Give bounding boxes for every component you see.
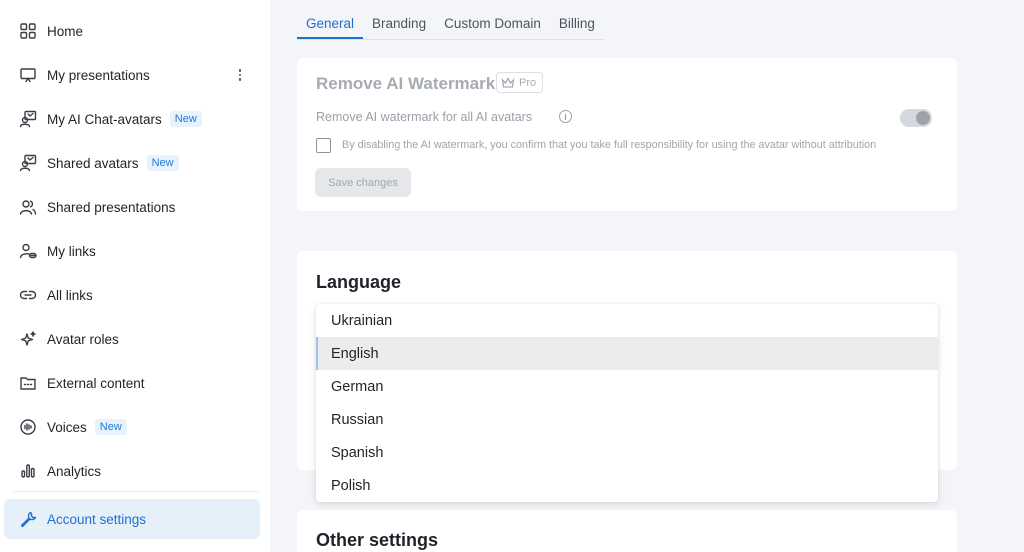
sidebar-item-avatar-roles[interactable]: Avatar roles (4, 319, 260, 359)
sidebar-item-label: My links (47, 243, 96, 259)
tab-billing[interactable]: Billing (550, 8, 604, 39)
sidebar-item-external-content[interactable]: External content (4, 363, 260, 403)
sidebar-item-label: All links (47, 287, 93, 303)
tab-branding[interactable]: Branding (363, 8, 435, 39)
sidebar-item-my-links[interactable]: My links (4, 231, 260, 271)
sidebar-item-label: External content (47, 375, 145, 391)
sidebar-item-label: Voices (47, 419, 87, 435)
link-icon (18, 285, 38, 305)
toggle-knob (916, 111, 930, 125)
sidebar-item-my-presentations[interactable]: My presentations (4, 55, 260, 95)
sidebar-item-home[interactable]: Home (4, 11, 260, 51)
new-badge: New (169, 111, 202, 127)
sidebar-item-label: Home (47, 23, 84, 39)
sidebar-item-label: Analytics (47, 463, 102, 479)
wrench-icon (18, 509, 38, 529)
pro-label: Pro (519, 76, 537, 89)
save-changes-button[interactable]: Save changes (315, 168, 411, 197)
presentation-icon (18, 65, 38, 85)
sidebar-item-voices[interactable]: Voices New (4, 407, 260, 447)
pro-badge: Pro (496, 72, 544, 93)
more-options-icon[interactable] (234, 65, 246, 85)
avatar-icon (18, 153, 38, 173)
sidebar-item-label: Avatar roles (47, 331, 119, 347)
sidebar-item-label: Shared presentations (47, 199, 176, 215)
watermark-card: Remove AI Watermark Pro Remove AI waterm… (297, 58, 957, 211)
sidebar-item-shared-presentations[interactable]: Shared presentations (4, 187, 260, 227)
info-icon[interactable]: i (559, 110, 572, 123)
language-title: Language (316, 272, 402, 292)
watermark-toggle[interactable] (900, 109, 932, 127)
other-settings-title: Other settings (316, 530, 439, 550)
language-option-polish[interactable]: Polish (316, 469, 938, 502)
confirm-checkbox[interactable] (316, 138, 331, 153)
user-link-icon (18, 241, 38, 261)
language-option-russian[interactable]: Russian (316, 403, 938, 436)
sidebar-item-shared-avatars[interactable]: Shared avatars New (4, 143, 260, 183)
sidebar-item-analytics[interactable]: Analytics (4, 451, 260, 491)
confirm-checkbox-label: By disabling the AI watermark, you confi… (342, 139, 877, 151)
sparkle-icon (18, 329, 38, 349)
crown-icon (501, 76, 515, 88)
sidebar: Home My presentations My AI Chat-avatars… (0, 0, 270, 552)
sidebar-item-label: Account settings (47, 511, 147, 527)
sidebar-item-all-links[interactable]: All links (4, 275, 260, 315)
watermark-title: Remove AI Watermark (316, 74, 496, 93)
language-option-ukrainian[interactable]: Ukrainian (316, 304, 938, 337)
watermark-toggle-label: Remove AI watermark for all AI avatars (316, 110, 533, 124)
users-icon (18, 197, 38, 217)
language-option-english[interactable]: English (316, 337, 938, 370)
avatar-icon (18, 109, 38, 129)
sidebar-item-account-settings[interactable]: Account settings (4, 499, 260, 539)
grid-icon (18, 21, 38, 41)
bar-chart-icon (18, 461, 38, 481)
voice-icon (18, 417, 38, 437)
new-badge: New (146, 155, 179, 171)
language-option-german[interactable]: German (316, 370, 938, 403)
sidebar-divider (12, 491, 260, 492)
language-dropdown: Ukrainian English German Russian Spanish… (316, 304, 938, 502)
settings-tabs: General Branding Custom Domain Billing (297, 8, 604, 40)
new-badge: New (94, 419, 127, 435)
language-option-spanish[interactable]: Spanish (316, 436, 938, 469)
sidebar-item-label: Shared avatars (47, 155, 139, 171)
tab-general[interactable]: General (297, 8, 364, 39)
sidebar-item-label: My presentations (47, 67, 150, 83)
folder-icon (18, 373, 38, 393)
sidebar-item-label: My AI Chat-avatars (47, 111, 162, 127)
tab-custom-domain[interactable]: Custom Domain (435, 8, 550, 39)
other-settings-card: Other settings (297, 510, 957, 552)
sidebar-item-my-ai-chat-avatars[interactable]: My AI Chat-avatars New (4, 99, 260, 139)
